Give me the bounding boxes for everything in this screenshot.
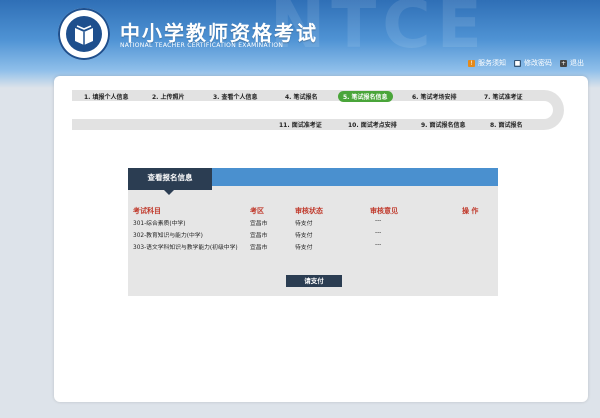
col-action: 操 作 bbox=[462, 207, 479, 215]
step-6-written-room[interactable]: 6. 笔试考场安排 bbox=[412, 92, 457, 101]
change-password-label: 修改密码 bbox=[524, 59, 552, 67]
col-subject: 考试科目 bbox=[133, 207, 161, 215]
top-links: ! 服务须知 ■ 修改密码 + 退出 bbox=[468, 58, 584, 68]
col-region: 考区 bbox=[250, 207, 264, 215]
step-4-written-signup[interactable]: 4. 笔试报名 bbox=[285, 92, 318, 101]
step-8-interview-signup[interactable]: 8. 面试报名 bbox=[490, 120, 523, 129]
step-7-written-admission[interactable]: 7. 笔试准考证 bbox=[484, 92, 523, 101]
col-opinion: 审核意见 bbox=[370, 207, 398, 215]
logout-link[interactable]: + 退出 bbox=[560, 58, 584, 68]
service-notice-label: 服务须知 bbox=[478, 59, 506, 67]
row1-opinion: --- bbox=[375, 218, 382, 224]
row2-status: 待支付 bbox=[295, 233, 313, 239]
exit-icon: + bbox=[560, 59, 567, 67]
step-10-interview-site[interactable]: 10. 面试考点安排 bbox=[348, 120, 397, 129]
book-icon bbox=[75, 25, 93, 45]
info-tab-title: 查看报名信息 bbox=[128, 168, 212, 195]
row2-opinion: --- bbox=[375, 230, 382, 236]
site-header: NTCE 中小学教师资格考试 NATIONAL TEACHER CERTIFIC… bbox=[0, 0, 600, 88]
change-password-link[interactable]: ■ 修改密码 bbox=[514, 58, 552, 68]
registration-info-box: 查看报名信息 考试科目 考区 审核状态 审核意见 操 作 301-综合素质(中学… bbox=[128, 168, 498, 296]
row1-status: 待支付 bbox=[295, 221, 313, 227]
row3-opinion: --- bbox=[375, 242, 382, 248]
site-subtitle: NATIONAL TEACHER CERTIFICATION EXAMINATI… bbox=[120, 42, 284, 49]
row2-region: 宜昌市 bbox=[250, 233, 268, 239]
step-11-interview-admission[interactable]: 11. 面试准考证 bbox=[279, 120, 322, 129]
row3-status: 待支付 bbox=[295, 245, 313, 251]
col-status: 审核状态 bbox=[295, 207, 323, 215]
row3-subject: 303-语文学科知识与教学能力(初级中学) bbox=[133, 245, 238, 251]
service-notice-link[interactable]: ! 服务须知 bbox=[468, 58, 506, 68]
step-3-view-info[interactable]: 3. 查看个人信息 bbox=[213, 92, 258, 101]
step-9-interview-signup-info[interactable]: 9. 面试报名信息 bbox=[421, 120, 466, 129]
row1-region: 宜昌市 bbox=[250, 221, 268, 227]
lock-icon: ■ bbox=[514, 59, 521, 67]
row1-subject: 301-综合素质(中学) bbox=[133, 221, 186, 227]
site-logo bbox=[58, 8, 110, 60]
info-icon: ! bbox=[468, 59, 475, 67]
step-5-written-signup-info[interactable]: 5. 笔试报名信息 bbox=[338, 91, 393, 102]
row2-subject: 302-教育知识与能力(中学) bbox=[133, 233, 203, 239]
row3-region: 宜昌市 bbox=[250, 245, 268, 251]
step-1-fill-info[interactable]: 1. 填报个人信息 bbox=[84, 92, 129, 101]
pay-button[interactable]: 请支付 bbox=[286, 275, 342, 287]
logout-label: 退出 bbox=[570, 59, 584, 67]
step-2-upload-photo[interactable]: 2. 上传照片 bbox=[152, 92, 185, 101]
